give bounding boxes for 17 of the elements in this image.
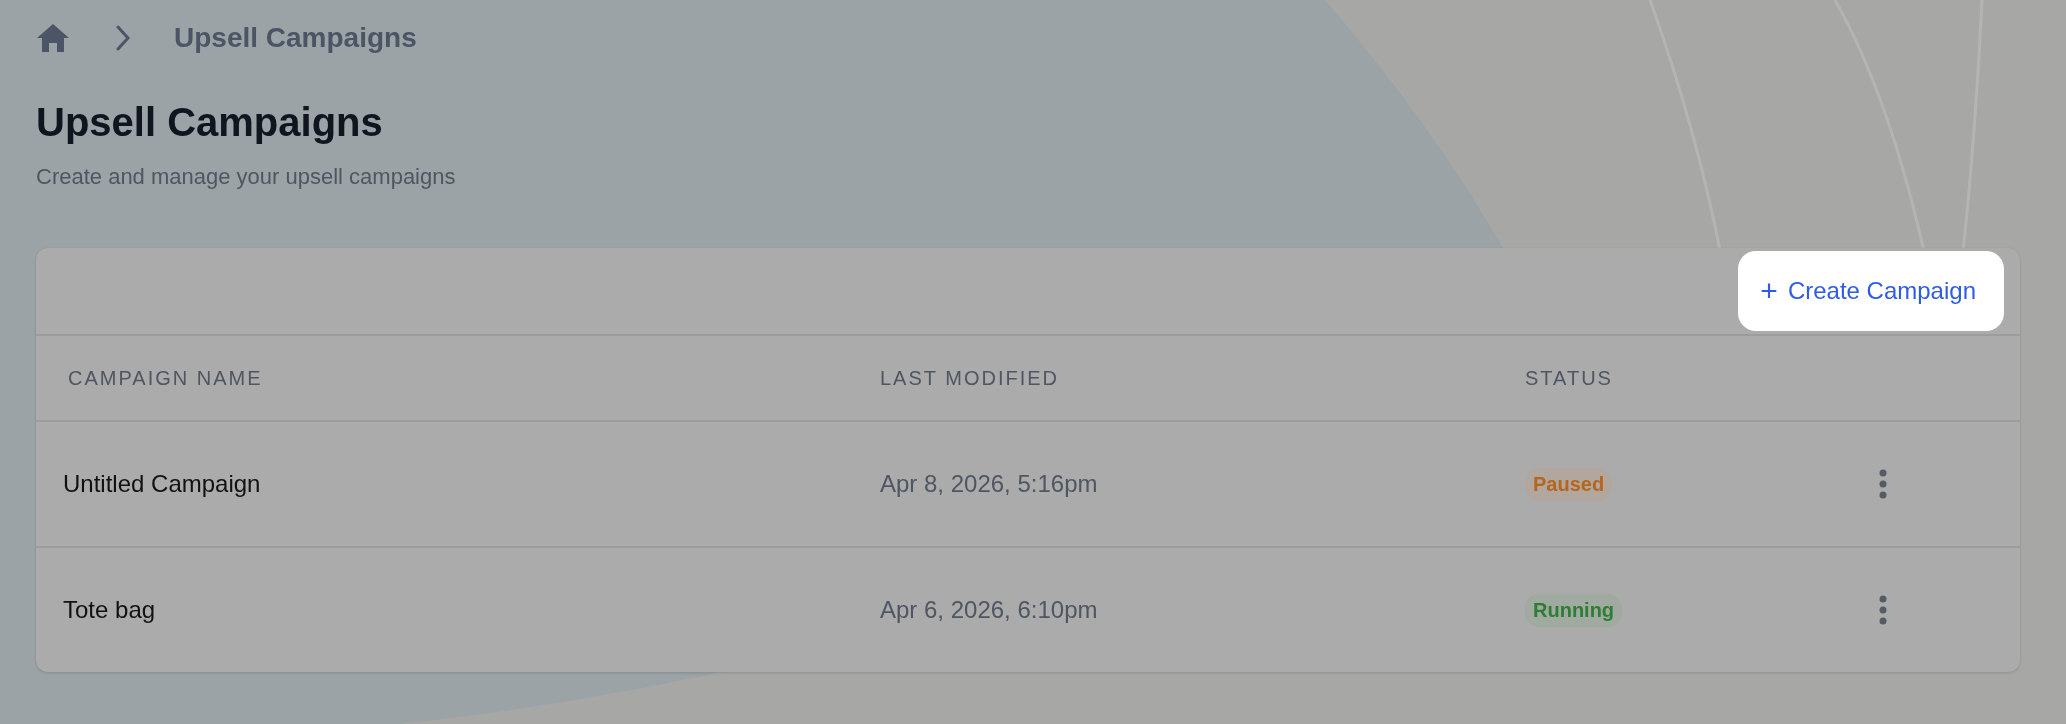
campaign-name: Untitled Campaign — [62, 470, 261, 498]
last-modified-date: Apr 8, 2026, 5:16pm — [880, 470, 1098, 498]
page-title: Upsell Campaigns — [36, 99, 384, 146]
last-modified-date: Apr 6, 2026, 6:10pm — [880, 596, 1098, 624]
chevron-icon — [116, 25, 130, 51]
campaign-name: Tote bag — [62, 596, 156, 624]
column-header: STATUS — [1525, 366, 1613, 390]
home-icon[interactable] — [36, 23, 70, 53]
status-badge: Running — [1525, 593, 1623, 627]
status-badge: Paused — [1525, 467, 1613, 501]
more-options-icon[interactable] — [1878, 469, 1888, 499]
column-header: CAMPAIGN NAME — [68, 366, 263, 390]
column-header: LAST MODIFIED — [880, 366, 1059, 390]
create-campaign-button[interactable]: + Create Campaign — [1738, 251, 2004, 331]
page-subtitle: Create and manage your upsell campaigns — [36, 164, 457, 190]
more-options-icon[interactable] — [1878, 595, 1888, 625]
breadcrumb-current: Upsell Campaigns — [174, 22, 417, 54]
